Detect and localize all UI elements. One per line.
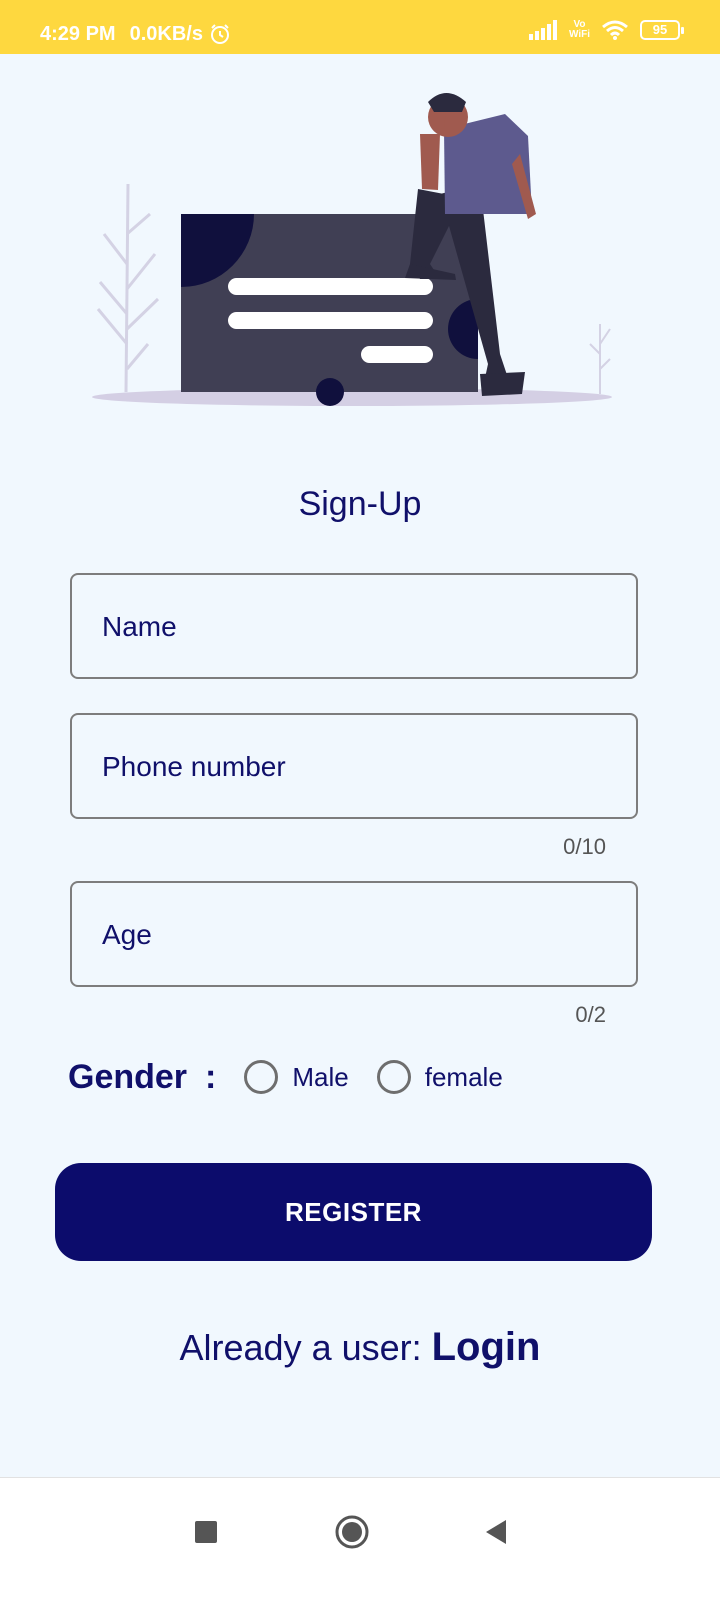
register-button[interactable]: REGISTER [55, 1163, 652, 1261]
gender-label: Gender [68, 1057, 188, 1096]
status-network-speed: 0.0KB/s [129, 23, 203, 45]
battery-level: 95 [652, 22, 668, 37]
system-navigation-bar [0, 1477, 720, 1601]
status-bar: 4:29 PM 0.0KB/s Vo WiFi 95 [0, 0, 720, 54]
board-line-3 [361, 346, 433, 363]
gender-radio-male[interactable]: Male [244, 1060, 349, 1094]
status-right: Vo WiFi 95 [528, 20, 684, 40]
phone-placeholder: Phone number [102, 751, 286, 782]
age-character-counter: 0/2 [575, 1002, 606, 1027]
vowifi-icon: Vo WiFi [569, 20, 590, 40]
home-circle-icon[interactable] [334, 1514, 370, 1550]
plant-right [589, 324, 611, 394]
radio-unchecked-icon[interactable] [376, 1060, 411, 1094]
age-placeholder: Age [102, 919, 152, 950]
board-bottom-dot [316, 378, 344, 406]
gender-option-male-label[interactable]: Male [292, 1062, 348, 1093]
page-title: Sign-Up [298, 485, 422, 523]
name-field[interactable]: Name [70, 573, 638, 679]
gender-radio-female[interactable]: female [376, 1060, 503, 1094]
board-line-2 [228, 312, 433, 329]
gender-option-female-label[interactable]: female [425, 1062, 503, 1093]
gender-colon: : [205, 1057, 217, 1096]
recents-square-icon[interactable] [194, 1520, 218, 1544]
vowifi-bottom: WiFi [568, 29, 590, 40]
alarm-icon [210, 24, 229, 44]
status-left: 4:29 PM 0.0KB/s [40, 22, 231, 46]
board-line-1 [228, 278, 433, 295]
signal-icon [528, 20, 557, 40]
age-field[interactable]: Age [70, 881, 638, 987]
signup-illustration [92, 93, 612, 406]
phone-field[interactable]: Phone number [70, 713, 638, 819]
already-user-text: Already a user: [179, 1327, 432, 1368]
status-time: 4:29 PM [40, 23, 116, 45]
battery-icon: 95 [640, 20, 684, 40]
wifi-icon [602, 20, 628, 40]
gender-row: Gender : Male female [68, 1055, 503, 1099]
plant-left [96, 183, 160, 393]
login-prompt: Already a user: Login [0, 1325, 720, 1370]
name-placeholder: Name [102, 611, 177, 642]
back-triangle-icon[interactable] [484, 1518, 508, 1546]
phone-character-counter: 0/10 [563, 834, 606, 859]
radio-unchecked-icon[interactable] [244, 1060, 279, 1094]
login-link[interactable]: Login [432, 1325, 541, 1369]
